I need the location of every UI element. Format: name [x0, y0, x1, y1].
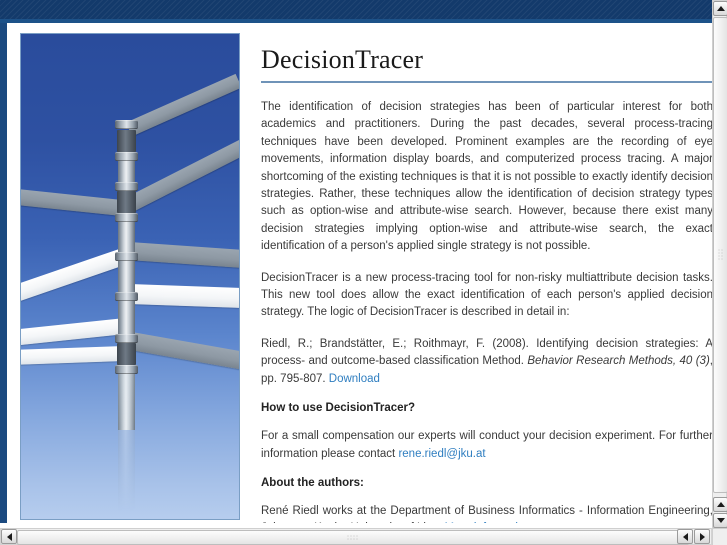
download-link[interactable]: Download: [329, 373, 380, 385]
pole-clamp: [117, 130, 136, 152]
pole-collar: [115, 182, 138, 191]
chevron-left-icon: [682, 532, 688, 541]
scroll-up-button-bottom[interactable]: [713, 497, 727, 512]
authors-heading: About the authors:: [261, 476, 364, 489]
article-content: DecisionTracer The identification of dec…: [261, 33, 712, 523]
pole-collar: [115, 252, 138, 261]
how-to-heading: How to use DecisionTracer?: [261, 402, 416, 415]
rail-cap: [0, 23, 712, 26]
chevron-down-icon: [716, 518, 725, 523]
site-banner: [0, 0, 712, 19]
scroll-left-button-end[interactable]: [677, 529, 693, 544]
pole-collar: [115, 334, 138, 343]
scrollbar-corner: [712, 528, 727, 545]
signpost-photograph: [20, 33, 240, 520]
pole-collar: [115, 213, 138, 222]
pole-clamp: [117, 191, 136, 213]
horizontal-scrollbar-thumb[interactable]: [17, 530, 689, 545]
pole-clamp: [117, 343, 136, 365]
scroll-right-button[interactable]: [694, 529, 710, 544]
pole-collar: [115, 120, 138, 129]
tool-description-paragraph: DecisionTracer is a new process-tracing …: [261, 271, 712, 319]
author-more-information-link[interactable]: More information: [444, 522, 530, 523]
scroll-down-button[interactable]: [713, 513, 727, 528]
author-entry: René Riedl works at the Department of Bu…: [261, 503, 712, 523]
chevron-up-icon: [716, 6, 725, 11]
intro-paragraph: The identification of decision strategie…: [261, 101, 712, 253]
page-body: DecisionTracer The identification of dec…: [0, 23, 712, 523]
grip-icon: [717, 248, 724, 262]
horizontal-scrollbar[interactable]: [0, 528, 712, 545]
how-to-paragraph: For a small compensation our experts wil…: [261, 428, 712, 463]
vertical-scrollbar-thumb[interactable]: [713, 17, 727, 493]
how-to-text: For a small compensation our experts wil…: [261, 430, 712, 460]
citation-paragraph: Riedl, R.; Brandstätter, E.; Roithmayr, …: [261, 336, 712, 388]
grip-icon: [346, 534, 360, 541]
citation-journal: Behavior Research Methods, 40 (3): [527, 355, 710, 368]
author-bio-text: René Riedl works at the Department of Bu…: [261, 504, 712, 523]
scroll-left-button[interactable]: [1, 529, 17, 544]
left-accent-rail: [0, 23, 7, 523]
pole-collar: [115, 292, 138, 301]
browser-viewport: DecisionTracer The identification of dec…: [0, 0, 727, 545]
title-divider: [261, 81, 712, 83]
pole-collar: [115, 152, 138, 161]
pole-collar: [115, 365, 138, 374]
signpost-pole-reflection: [118, 364, 135, 519]
chevron-up-icon: [716, 502, 725, 507]
scroll-up-button[interactable]: [713, 1, 727, 16]
chevron-right-icon: [699, 532, 705, 541]
vertical-scrollbar[interactable]: [712, 0, 727, 528]
contact-email-link[interactable]: rene.riedl@jku.at: [398, 448, 485, 460]
page-title: DecisionTracer: [261, 45, 424, 74]
chevron-left-icon: [6, 532, 12, 541]
